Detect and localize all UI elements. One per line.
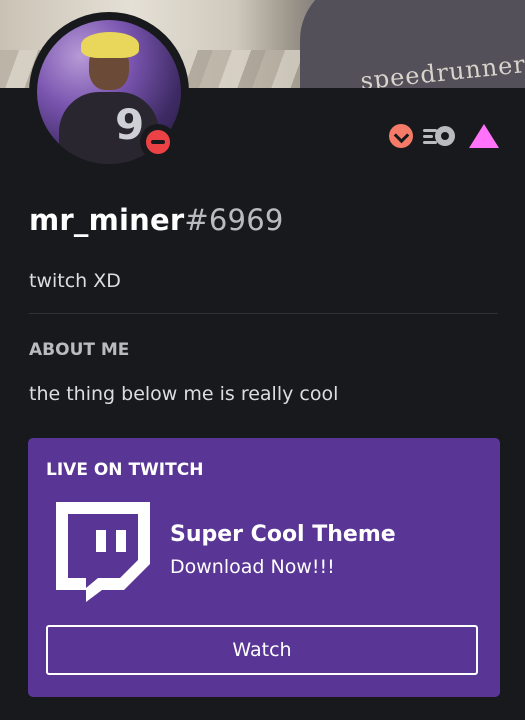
username-discriminator: #6969 — [184, 203, 284, 237]
username-name: mr_miner — [29, 203, 185, 237]
hypesquad-brilliance-icon[interactable] — [389, 124, 413, 148]
custom-status: twitch XD — [29, 270, 121, 292]
watch-button[interactable]: Watch — [46, 625, 478, 675]
username[interactable]: mr_miner#6969 — [29, 203, 284, 237]
activity-name: Super Cool Theme — [170, 522, 396, 547]
activity-header: LIVE ON TWITCH — [46, 460, 204, 480]
nitro-icon[interactable] — [469, 124, 499, 148]
twitch-logo-icon — [56, 502, 150, 602]
activity-details: Download Now!!! — [170, 556, 335, 578]
twitch-activity-card: LIVE ON TWITCH Super Cool Theme Download… — [28, 438, 500, 697]
status-indicator — [140, 124, 176, 160]
do-not-disturb-icon — [146, 130, 170, 154]
server-booster-icon[interactable] — [423, 124, 457, 148]
avatar-hair — [81, 32, 139, 58]
about-me-heading: ABOUT ME — [29, 340, 130, 360]
profile-badges — [389, 124, 499, 148]
about-me-text: the thing below me is really cool — [29, 383, 339, 405]
divider — [29, 313, 498, 314]
